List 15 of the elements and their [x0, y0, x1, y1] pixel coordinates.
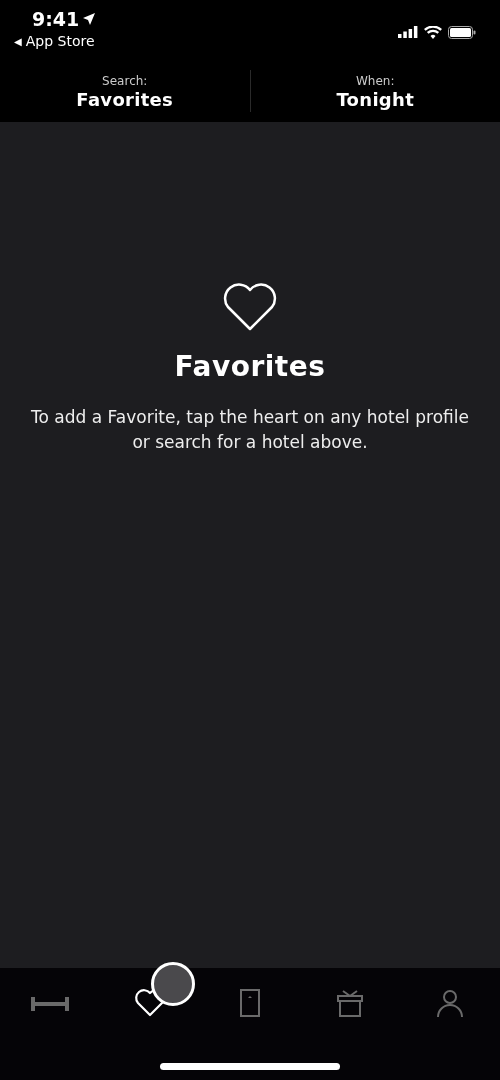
header-selector[interactable]: Search: Favorites [0, 70, 250, 112]
empty-state-title: Favorites [174, 350, 326, 383]
empty-state-message: To add a Favorite, tap the heart on any hotel profile or search for a hotel above. [30, 406, 470, 454]
wifi-icon [424, 25, 442, 39]
location-arrow-icon [83, 13, 96, 25]
signal-icon [398, 26, 418, 38]
heart-icon [222, 282, 278, 332]
back-to-app-link[interactable]: ◀ App Store [14, 33, 96, 49]
touch-indicator [151, 962, 195, 1006]
clock-time: 9:41 [32, 8, 80, 30]
header-selector[interactable]: When: Tonight [249, 70, 500, 112]
door-icon[interactable] [239, 988, 261, 1018]
gift-icon[interactable] [335, 988, 365, 1018]
person-icon[interactable] [435, 988, 465, 1018]
battery-icon [448, 25, 476, 39]
